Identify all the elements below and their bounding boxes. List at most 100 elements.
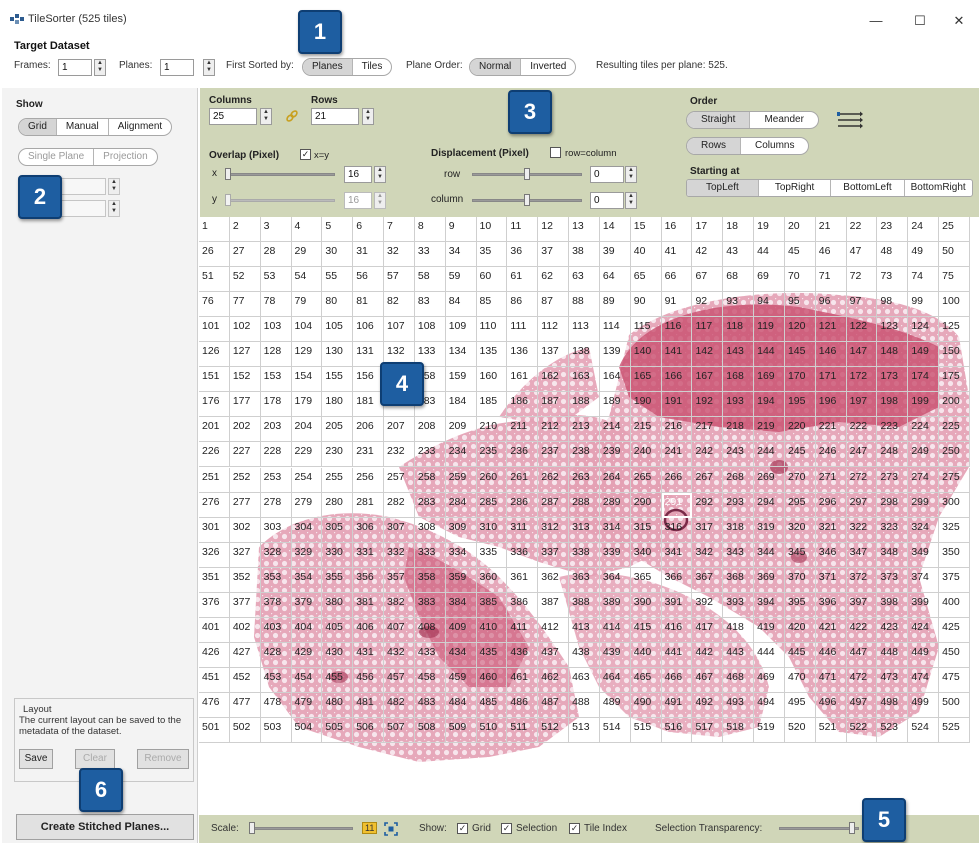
- tile-199[interactable]: 199: [908, 392, 940, 418]
- tile-462[interactable]: 462: [538, 667, 570, 693]
- tile-353[interactable]: 353: [260, 567, 292, 593]
- tile-154[interactable]: 154: [291, 367, 323, 393]
- tile-345[interactable]: 345: [784, 542, 816, 568]
- tile-1[interactable]: 1: [199, 217, 230, 242]
- tile-24[interactable]: 24: [908, 217, 940, 242]
- tile-grid-view[interactable]: 1 2 3 4 5 6 7 8 9 10 11 12 13 14 15 16 17 18 19 20 21 22 23 24 2…: [199, 217, 970, 787]
- tile-276[interactable]: 276: [199, 492, 230, 518]
- tile-91[interactable]: 91: [661, 292, 693, 318]
- tile-288[interactable]: 288: [569, 492, 600, 518]
- tile-321[interactable]: 321: [815, 517, 847, 543]
- tile-106[interactable]: 106: [353, 317, 385, 343]
- tile-328[interactable]: 328: [260, 542, 292, 568]
- tile-206[interactable]: 206: [353, 417, 385, 443]
- tile-99[interactable]: 99: [908, 292, 940, 318]
- tile-376[interactable]: 376: [199, 592, 230, 618]
- show-alignment-option[interactable]: Alignment: [109, 119, 171, 135]
- y-value-spinner[interactable]: ▲ ▼: [374, 192, 386, 209]
- tile-302[interactable]: 302: [229, 517, 261, 543]
- tile-30[interactable]: 30: [322, 242, 354, 268]
- tile-364[interactable]: 364: [599, 567, 631, 593]
- tile-26[interactable]: 26: [199, 242, 230, 268]
- tile-512[interactable]: 512: [538, 718, 570, 743]
- tile-209[interactable]: 209: [445, 417, 477, 443]
- tile-522[interactable]: 522: [846, 718, 878, 743]
- tile-340[interactable]: 340: [630, 542, 662, 568]
- tile-451[interactable]: 451: [199, 667, 230, 693]
- tile-497[interactable]: 497: [846, 692, 878, 718]
- tile-517[interactable]: 517: [692, 718, 724, 743]
- tile-298[interactable]: 298: [877, 492, 909, 518]
- tile-406[interactable]: 406: [353, 617, 385, 643]
- tile-115[interactable]: 115: [630, 317, 662, 343]
- tile-277[interactable]: 277: [229, 492, 261, 518]
- tile-7[interactable]: 7: [384, 217, 415, 242]
- tile-34[interactable]: 34: [445, 242, 477, 268]
- frames-input[interactable]: 1: [58, 59, 92, 76]
- remove-button[interactable]: Remove: [137, 749, 189, 769]
- tile-256[interactable]: 256: [353, 467, 385, 493]
- tile-332[interactable]: 332: [384, 542, 415, 568]
- tile-33[interactable]: 33: [414, 242, 446, 268]
- tile-40[interactable]: 40: [630, 242, 662, 268]
- tile-431[interactable]: 431: [353, 642, 385, 668]
- tile-515[interactable]: 515: [630, 718, 662, 743]
- tile-10[interactable]: 10: [476, 217, 508, 242]
- tile-484[interactable]: 484: [445, 692, 477, 718]
- tile-175[interactable]: 175: [939, 367, 970, 393]
- row-value-spinner[interactable]: ▲ ▼: [625, 166, 637, 183]
- tile-77[interactable]: 77: [229, 292, 261, 318]
- tile-100[interactable]: 100: [939, 292, 970, 318]
- tile-233[interactable]: 233: [414, 442, 446, 468]
- tile-60[interactable]: 60: [476, 267, 508, 293]
- tile-144[interactable]: 144: [754, 342, 785, 368]
- y-value-input[interactable]: 16: [344, 192, 372, 209]
- tile-142[interactable]: 142: [692, 342, 724, 368]
- tile-499[interactable]: 499: [908, 692, 940, 718]
- tile-235[interactable]: 235: [476, 442, 508, 468]
- tile-351[interactable]: 351: [199, 567, 230, 593]
- tile-453[interactable]: 453: [260, 667, 292, 693]
- tile-477[interactable]: 477: [229, 692, 261, 718]
- tile-458[interactable]: 458: [414, 667, 446, 693]
- start-topleft-option[interactable]: TopLeft: [687, 180, 759, 196]
- tile-354[interactable]: 354: [291, 567, 323, 593]
- x-slider-thumb[interactable]: [225, 168, 231, 180]
- tile-514[interactable]: 514: [599, 718, 631, 743]
- tile-400[interactable]: 400: [939, 592, 970, 618]
- tile-88[interactable]: 88: [569, 292, 600, 318]
- tile-203[interactable]: 203: [260, 417, 292, 443]
- tile-343[interactable]: 343: [723, 542, 755, 568]
- tile-292[interactable]: 292: [692, 492, 724, 518]
- tile-230[interactable]: 230: [322, 442, 354, 468]
- tile-221[interactable]: 221: [815, 417, 847, 443]
- tile-399[interactable]: 399: [908, 592, 940, 618]
- tile-227[interactable]: 227: [229, 442, 261, 468]
- tile-315[interactable]: 315: [630, 517, 662, 543]
- tile-474[interactable]: 474: [908, 667, 940, 693]
- tile-311[interactable]: 311: [507, 517, 539, 543]
- tile-269[interactable]: 269: [754, 467, 785, 493]
- tile-334[interactable]: 334: [445, 542, 477, 568]
- tile-392[interactable]: 392: [692, 592, 724, 618]
- tile-381[interactable]: 381: [353, 592, 385, 618]
- tile-466[interactable]: 466: [661, 667, 693, 693]
- tile-27[interactable]: 27: [229, 242, 261, 268]
- tile-323[interactable]: 323: [877, 517, 909, 543]
- tile-322[interactable]: 322: [846, 517, 878, 543]
- tile-375[interactable]: 375: [939, 567, 970, 593]
- tile-127[interactable]: 127: [229, 342, 261, 368]
- tile-232[interactable]: 232: [384, 442, 415, 468]
- tile-265[interactable]: 265: [630, 467, 662, 493]
- tile-217[interactable]: 217: [692, 417, 724, 443]
- tile-272[interactable]: 272: [846, 467, 878, 493]
- tile-108[interactable]: 108: [414, 317, 446, 343]
- tile-171[interactable]: 171: [815, 367, 847, 393]
- tile-290[interactable]: 290: [630, 492, 662, 518]
- tile-167[interactable]: 167: [692, 367, 724, 393]
- tile-410[interactable]: 410: [476, 617, 508, 643]
- tile-166[interactable]: 166: [661, 367, 693, 393]
- tile-229[interactable]: 229: [291, 442, 323, 468]
- tile-415[interactable]: 415: [630, 617, 662, 643]
- tile-417[interactable]: 417: [692, 617, 724, 643]
